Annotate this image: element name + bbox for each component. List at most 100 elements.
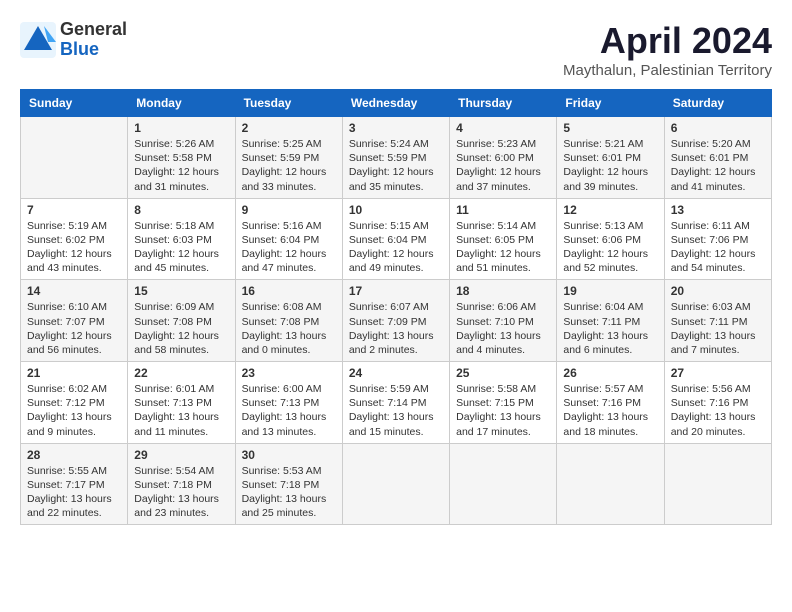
column-header-wednesday: Wednesday [342, 90, 449, 117]
day-number: 13 [671, 203, 765, 217]
cell-content: Sunrise: 5:53 AM Sunset: 7:18 PM Dayligh… [242, 464, 336, 521]
column-header-monday: Monday [128, 90, 235, 117]
cell-content: Sunrise: 6:00 AM Sunset: 7:13 PM Dayligh… [242, 382, 336, 439]
calendar-cell: 2 Sunrise: 5:25 AM Sunset: 5:59 PM Daylig… [235, 117, 342, 199]
cell-content: Sunrise: 6:08 AM Sunset: 7:08 PM Dayligh… [242, 300, 336, 357]
day-number: 8 [134, 203, 228, 217]
cell-content: Sunrise: 5:21 AM Sunset: 6:01 PM Dayligh… [563, 137, 657, 194]
logo-general: General [60, 20, 127, 40]
calendar-cell: 15Sunrise: 6:09 AM Sunset: 7:08 PM Dayli… [128, 280, 235, 362]
calendar-cell: 12 Sunrise: 5:13 AM Sunset: 6:06 PM Dayli… [557, 198, 664, 280]
calendar-week-3: 14 Sunrise: 6:10 AM Sunset: 7:07 PM Dayli… [21, 280, 772, 362]
calendar-cell: 5Sunrise: 5:21 AM Sunset: 6:01 PM Daylig… [557, 117, 664, 199]
day-number: 29 [134, 448, 228, 462]
calendar-cell: 25 Sunrise: 5:58 AM Sunset: 7:15 PM Dayli… [450, 362, 557, 444]
calendar-cell: 1 Sunrise: 5:26 AM Sunset: 5:58 PM Daylig… [128, 117, 235, 199]
calendar-cell: 18Sunrise: 6:06 AM Sunset: 7:10 PM Dayli… [450, 280, 557, 362]
cell-content: Sunrise: 6:01 AM Sunset: 7:13 PM Dayligh… [134, 382, 228, 439]
calendar-cell: 9Sunrise: 5:16 AM Sunset: 6:04 PM Daylig… [235, 198, 342, 280]
column-header-sunday: Sunday [21, 90, 128, 117]
calendar-cell: 17 Sunrise: 6:07 AM Sunset: 7:09 PM Dayli… [342, 280, 449, 362]
day-number: 14 [27, 284, 121, 298]
day-number: 19 [563, 284, 657, 298]
cell-content: Sunrise: 5:13 AM Sunset: 6:06 PM Dayligh… [563, 219, 657, 276]
calendar-cell: 30 Sunrise: 5:53 AM Sunset: 7:18 PM Dayli… [235, 443, 342, 525]
calendar-cell [557, 443, 664, 525]
calendar-cell [21, 117, 128, 199]
calendar-week-1: 1 Sunrise: 5:26 AM Sunset: 5:58 PM Daylig… [21, 117, 772, 199]
cell-content: Sunrise: 5:57 AM Sunset: 7:16 PM Dayligh… [563, 382, 657, 439]
cell-content: Sunrise: 6:09 AM Sunset: 7:08 PM Dayligh… [134, 300, 228, 357]
calendar-cell: 14 Sunrise: 6:10 AM Sunset: 7:07 PM Dayli… [21, 280, 128, 362]
day-number: 6 [671, 121, 765, 135]
cell-content: Sunrise: 5:26 AM Sunset: 5:58 PM Dayligh… [134, 137, 228, 194]
cell-content: Sunrise: 6:10 AM Sunset: 7:07 PM Dayligh… [27, 300, 121, 357]
logo: General Blue [20, 20, 127, 60]
day-number: 28 [27, 448, 121, 462]
day-number: 25 [456, 366, 550, 380]
day-number: 11 [456, 203, 550, 217]
cell-content: Sunrise: 5:15 AM Sunset: 6:04 PM Dayligh… [349, 219, 443, 276]
day-number: 21 [27, 366, 121, 380]
cell-content: Sunrise: 5:56 AM Sunset: 7:16 PM Dayligh… [671, 382, 765, 439]
title-block: April 2024 Maythalun, Palestinian Territ… [563, 20, 772, 79]
cell-content: Sunrise: 5:25 AM Sunset: 5:59 PM Dayligh… [242, 137, 336, 194]
cell-content: Sunrise: 5:20 AM Sunset: 6:01 PM Dayligh… [671, 137, 765, 194]
day-number: 30 [242, 448, 336, 462]
cell-content: Sunrise: 5:55 AM Sunset: 7:17 PM Dayligh… [27, 464, 121, 521]
calendar-cell: 20 Sunrise: 6:03 AM Sunset: 7:11 PM Dayli… [664, 280, 771, 362]
column-header-friday: Friday [557, 90, 664, 117]
calendar-cell: 29 Sunrise: 5:54 AM Sunset: 7:18 PM Dayli… [128, 443, 235, 525]
cell-content: Sunrise: 6:07 AM Sunset: 7:09 PM Dayligh… [349, 300, 443, 357]
cell-content: Sunrise: 5:59 AM Sunset: 7:14 PM Dayligh… [349, 382, 443, 439]
calendar-cell: 28 Sunrise: 5:55 AM Sunset: 7:17 PM Dayli… [21, 443, 128, 525]
cell-content: Sunrise: 6:02 AM Sunset: 7:12 PM Dayligh… [27, 382, 121, 439]
calendar-cell: 19 Sunrise: 6:04 AM Sunset: 7:11 PM Dayli… [557, 280, 664, 362]
day-number: 18 [456, 284, 550, 298]
calendar-cell: 22 Sunrise: 6:01 AM Sunset: 7:13 PM Dayli… [128, 362, 235, 444]
day-number: 7 [27, 203, 121, 217]
day-number: 10 [349, 203, 443, 217]
day-number: 4 [456, 121, 550, 135]
cell-content: Sunrise: 6:11 AM Sunset: 7:06 PM Dayligh… [671, 219, 765, 276]
calendar-cell: 3 Sunrise: 5:24 AM Sunset: 5:59 PM Daylig… [342, 117, 449, 199]
calendar-cell [450, 443, 557, 525]
calendar-cell: 11Sunrise: 5:14 AM Sunset: 6:05 PM Dayli… [450, 198, 557, 280]
logo-blue: Blue [60, 40, 127, 60]
day-number: 1 [134, 121, 228, 135]
day-number: 9 [242, 203, 336, 217]
column-header-tuesday: Tuesday [235, 90, 342, 117]
cell-content: Sunrise: 6:03 AM Sunset: 7:11 PM Dayligh… [671, 300, 765, 357]
calendar-cell: 7 Sunrise: 5:19 AM Sunset: 6:02 PM Daylig… [21, 198, 128, 280]
day-number: 3 [349, 121, 443, 135]
day-number: 12 [563, 203, 657, 217]
cell-content: Sunrise: 5:54 AM Sunset: 7:18 PM Dayligh… [134, 464, 228, 521]
cell-content: Sunrise: 5:58 AM Sunset: 7:15 PM Dayligh… [456, 382, 550, 439]
cell-content: Sunrise: 5:18 AM Sunset: 6:03 PM Dayligh… [134, 219, 228, 276]
calendar-cell: 10 Sunrise: 5:15 AM Sunset: 6:04 PM Dayli… [342, 198, 449, 280]
day-number: 22 [134, 366, 228, 380]
cell-content: Sunrise: 6:04 AM Sunset: 7:11 PM Dayligh… [563, 300, 657, 357]
month-year: April 2024 [563, 20, 772, 62]
calendar-cell: 26 Sunrise: 5:57 AM Sunset: 7:16 PM Dayli… [557, 362, 664, 444]
cell-content: Sunrise: 5:24 AM Sunset: 5:59 PM Dayligh… [349, 137, 443, 194]
page-header: General Blue April 2024 Maythalun, Pales… [20, 20, 772, 79]
cell-content: Sunrise: 5:19 AM Sunset: 6:02 PM Dayligh… [27, 219, 121, 276]
day-number: 17 [349, 284, 443, 298]
calendar-cell [342, 443, 449, 525]
calendar-cell: 27Sunrise: 5:56 AM Sunset: 7:16 PM Dayli… [664, 362, 771, 444]
logo-icon [20, 22, 56, 58]
calendar-header-row: SundayMondayTuesdayWednesdayThursdayFrid… [21, 90, 772, 117]
calendar-cell: 13 Sunrise: 6:11 AM Sunset: 7:06 PM Dayli… [664, 198, 771, 280]
day-number: 2 [242, 121, 336, 135]
calendar-cell: 21 Sunrise: 6:02 AM Sunset: 7:12 PM Dayli… [21, 362, 128, 444]
calendar-cell: 16Sunrise: 6:08 AM Sunset: 7:08 PM Dayli… [235, 280, 342, 362]
calendar-cell: 6 Sunrise: 5:20 AM Sunset: 6:01 PM Daylig… [664, 117, 771, 199]
day-number: 23 [242, 366, 336, 380]
calendar-table: SundayMondayTuesdayWednesdayThursdayFrid… [20, 89, 772, 525]
day-number: 20 [671, 284, 765, 298]
calendar-cell: 8 Sunrise: 5:18 AM Sunset: 6:03 PM Daylig… [128, 198, 235, 280]
day-number: 26 [563, 366, 657, 380]
column-header-saturday: Saturday [664, 90, 771, 117]
calendar-week-4: 21 Sunrise: 6:02 AM Sunset: 7:12 PM Dayli… [21, 362, 772, 444]
